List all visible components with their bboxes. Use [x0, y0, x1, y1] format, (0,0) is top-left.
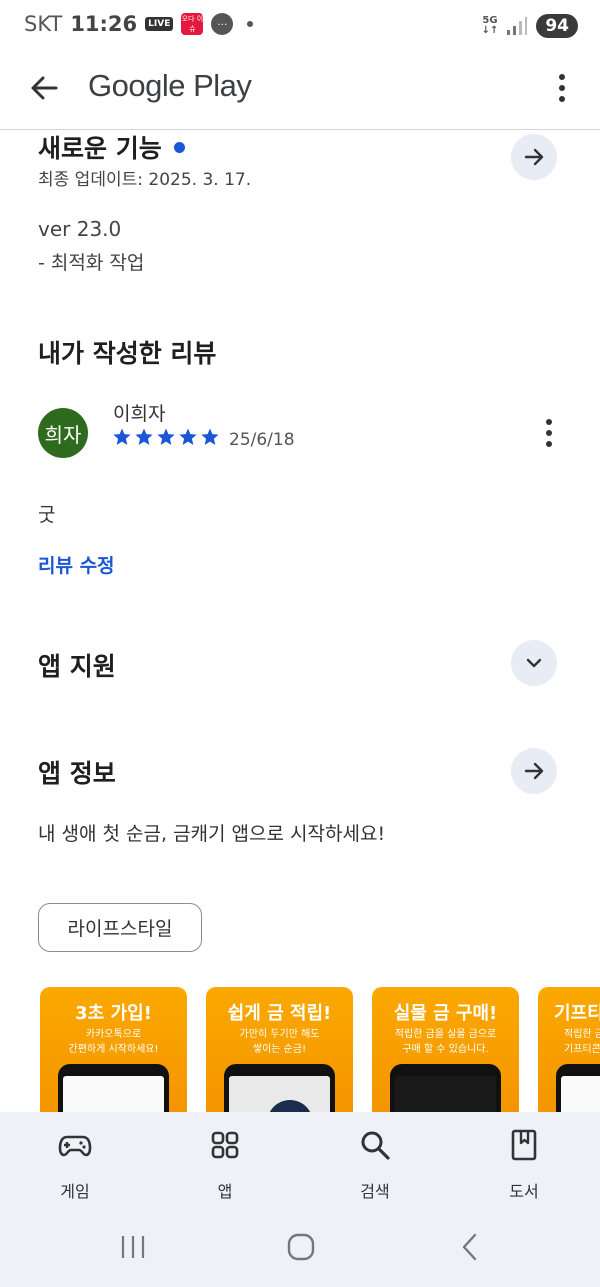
bottom-navigation: 게임 앱 검색 도서 — [0, 1112, 600, 1287]
screenshot-subtitle: 적립한 금을 실물 금으로 구매 할 수 있습니다. — [394, 1029, 497, 1055]
nav-item-books[interactable]: 도서 — [469, 1128, 579, 1202]
nav-item-apps[interactable]: 앱 — [170, 1128, 280, 1202]
arrow-right-icon — [524, 762, 544, 780]
whats-new-heading[interactable]: 새로운 기능 — [38, 131, 185, 165]
star-icon — [157, 428, 175, 445]
edit-review-link[interactable]: 리뷰 수정 — [38, 551, 115, 578]
phone-mockup — [390, 1064, 501, 1112]
screenshot-card[interactable]: 기프티 적립한 금 기프티콘 — [538, 987, 600, 1112]
clock: 11:26 — [70, 12, 138, 36]
whats-new-arrow-button[interactable] — [511, 134, 557, 180]
store-title: Google Play — [88, 68, 252, 103]
overflow-menu-icon[interactable] — [552, 70, 572, 106]
nav-label: 검색 — [360, 1182, 390, 1201]
star-icon — [113, 428, 131, 445]
screenshot-card[interactable]: 실물 금 구매! 적립한 금을 실물 금으로 구매 할 수 있습니다. — [372, 987, 519, 1112]
screenshot-card[interactable]: 3초 가입! 카카오톡으로 간편하게 시작하세요! — [40, 987, 187, 1112]
signal-icon — [507, 17, 528, 35]
search-icon — [361, 1131, 390, 1160]
about-app-heading[interactable]: 앱 정보 — [38, 754, 116, 790]
screenshot-title: 3초 가입! — [75, 1003, 152, 1024]
star-icon — [179, 428, 197, 445]
recent-apps-icon[interactable] — [113, 1230, 153, 1264]
battery-indicator: 94 — [536, 14, 578, 38]
news-app-notification-icon: 오다 이슈 — [181, 13, 204, 35]
screenshot-title: 기프티 — [554, 1003, 600, 1024]
review-text: 굿 — [38, 504, 56, 526]
star-icon — [135, 428, 153, 445]
new-indicator-dot — [173, 141, 185, 153]
avatar: 희자 — [38, 408, 88, 458]
chevron-down-icon — [526, 658, 542, 668]
screenshot-card[interactable]: 쉽게 금 적립! 가만히 두기만 해도 쌓이는 순금! — [206, 987, 353, 1112]
screenshot-title: 쉽게 금 적립! — [227, 1003, 332, 1024]
screenshot-title: 실물 금 구매! — [393, 1003, 498, 1024]
category-chip[interactable]: 라이프스타일 — [38, 903, 202, 952]
nav-label: 게임 — [60, 1182, 90, 1201]
home-icon[interactable] — [281, 1230, 321, 1264]
network-type-icon: 5G ↓↑ — [481, 15, 499, 36]
gamepad-icon — [58, 1135, 92, 1157]
arrow-right-icon — [524, 148, 544, 166]
more-notifications-dot-icon — [247, 21, 254, 27]
live-notification-icon: LIVE — [145, 17, 174, 31]
top-app-bar: Google Play — [0, 54, 600, 130]
app-support-expand-button[interactable] — [511, 640, 557, 686]
nav-label: 앱 — [217, 1182, 233, 1201]
system-back-icon[interactable] — [450, 1230, 490, 1264]
screenshot-subtitle: 가만히 두기만 해도 쌓이는 순금! — [239, 1029, 320, 1055]
star-icon — [201, 428, 219, 445]
book-icon — [511, 1129, 537, 1161]
phone-mockup — [224, 1064, 335, 1112]
details-content[interactable]: 새로운 기능 최종 업데이트: 2025. 3. 17. ver 23.0 - … — [0, 131, 600, 1112]
carrier-label: SKT — [24, 12, 63, 36]
apps-grid-icon — [211, 1131, 239, 1159]
my-review-heading: 내가 작성한 리뷰 — [38, 339, 217, 368]
nav-label: 도서 — [509, 1182, 539, 1201]
about-app-arrow-button[interactable] — [511, 748, 557, 794]
version-text: ver 23.0 — [38, 217, 122, 241]
app-description: 내 생애 첫 순금, 금캐기 앱으로 시작하세요! — [38, 823, 386, 845]
last-updated-text: 최종 업데이트: 2025. 3. 17. — [38, 170, 252, 190]
screenshot-subtitle: 카카오톡으로 간편하게 시작하세요! — [68, 1029, 159, 1055]
play-store-app-page: SKT 11:26 LIVE 오다 이슈 … 5G ↓↑ 94 Google Pl… — [0, 0, 600, 1287]
review-date: 25/6/18 — [229, 430, 295, 450]
review-more-options-icon[interactable] — [544, 418, 554, 448]
star-rating — [112, 427, 220, 447]
phone-mockup — [58, 1064, 169, 1112]
nav-item-search[interactable]: 검색 — [320, 1128, 430, 1202]
screenshot-carousel[interactable]: 3초 가입! 카카오톡으로 간편하게 시작하세요! 쉽게 금 적립! 가만히 두… — [40, 987, 600, 1112]
app-support-heading[interactable]: 앱 지원 — [38, 647, 116, 683]
release-notes-text: - 최적화 작업 — [38, 252, 145, 274]
status-bar: SKT 11:26 LIVE 오다 이슈 … 5G ↓↑ 94 — [0, 0, 600, 54]
phone-mockup — [556, 1064, 600, 1112]
reviewer-name: 이희자 — [113, 403, 166, 425]
chat-notification-icon: … — [211, 13, 234, 35]
screenshot-subtitle: 적립한 금 기프티콘 — [564, 1029, 600, 1055]
back-arrow-icon[interactable] — [26, 70, 62, 106]
nav-item-games[interactable]: 게임 — [20, 1128, 130, 1202]
